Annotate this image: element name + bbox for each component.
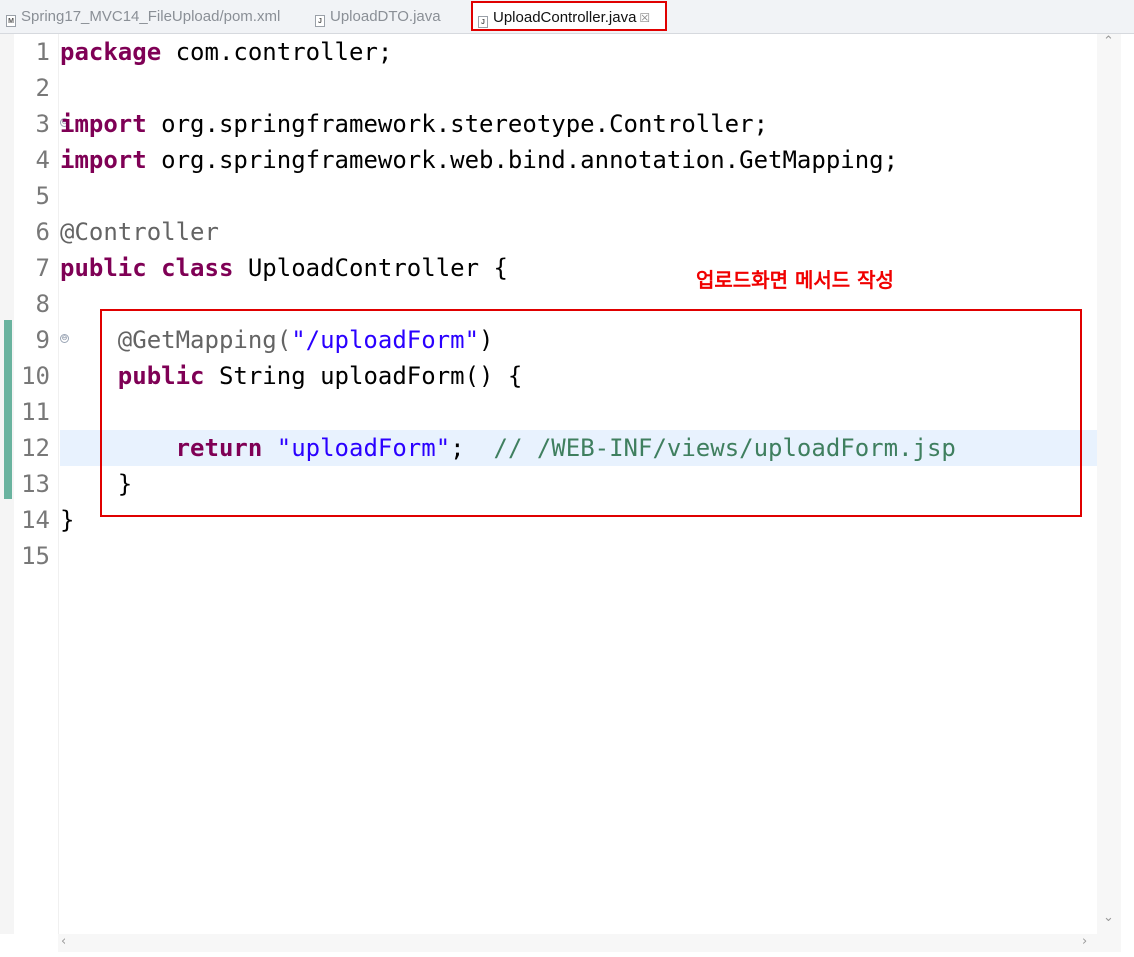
close-tab-icon[interactable]: ☒ [639,11,650,25]
java-file-icon: J [315,15,325,27]
scroll-up-icon[interactable]: ⌃ [1103,34,1114,49]
line-number: 15 [21,542,50,570]
code-text: } [60,506,75,534]
line-number: 3 [35,110,50,138]
line-number: 14 [21,506,50,534]
code-line-2[interactable] [60,70,1097,106]
line-number: 2 [35,74,50,102]
code-text: com.controller; [161,38,393,66]
keyword: import [60,110,147,138]
highlight-box [100,309,1082,517]
line-number: 8 [35,290,50,318]
line-number: 11 [21,398,50,426]
tab-uploadcontroller-java[interactable]: J UploadController.java ☒ [471,1,667,31]
line-number: 4 [35,146,50,174]
code-line-4[interactable]: import org.springframework.web.bind.anno… [60,142,1097,178]
line-number: 6 [35,218,50,246]
scroll-left-icon[interactable]: ‹ [61,934,66,949]
code-line-15[interactable] [60,538,1097,574]
keyword: class [161,254,234,282]
code-text: org.springframework.web.bind.annotation.… [146,146,899,174]
line-number: 10 [21,362,50,390]
tab-pom-xml[interactable]: M Spring17_MVC14_FileUpload/pom.xml [6,3,280,30]
keyword: package [60,38,162,66]
vertical-scrollbar[interactable]: ⌃ ⌄ [1097,34,1121,934]
scrollbar-corner [1097,934,1121,952]
quick-diff-change-marker[interactable] [4,320,12,499]
annotation-text: @Controller [60,218,219,246]
tab-uploaddto-java[interactable]: J UploadDTO.java [315,3,441,30]
line-number: 7 [35,254,50,282]
keyword: import [60,146,147,174]
code-text: org.springframework.stereotype.Controlle… [146,110,769,138]
scroll-right-icon[interactable]: › [1082,934,1087,949]
annotation-caption: 업로드화면 메서드 작성 [696,268,894,292]
keyword: public [60,254,147,282]
line-number: 9 [35,326,50,354]
tab-label: Spring17_MVC14_FileUpload/pom.xml [21,8,281,25]
tab-label: UploadDTO.java [330,8,441,25]
code-line-6[interactable]: @Controller [60,214,1097,250]
line-number: 1 [35,38,50,66]
code-line-3[interactable]: import org.springframework.stereotype.Co… [60,106,1097,142]
code-line-1[interactable]: package com.controller; [60,34,1097,70]
scroll-down-icon[interactable]: ⌄ [1103,910,1114,925]
tab-label: UploadController.java [493,9,637,26]
maven-xml-file-icon: M [6,15,16,27]
line-number: 12 [21,434,50,462]
line-number-ruler: 1 2 3 4 5 6 7 8 9 10 11 12 13 14 15 ⊖ ⊖ [14,34,69,934]
horizontal-scrollbar[interactable]: ‹ › [58,934,1097,952]
java-file-icon: J [478,16,488,28]
code-editor[interactable]: 1 2 3 4 5 6 7 8 9 10 11 12 13 14 15 ⊖ ⊖ … [0,34,1134,957]
code-line-5[interactable] [60,178,1097,214]
line-number: 5 [35,182,50,210]
line-number: 13 [21,470,50,498]
editor-tab-bar: M Spring17_MVC14_FileUpload/pom.xml J Uplo… [0,0,1134,34]
code-line-7[interactable]: public class UploadController { [60,250,1097,286]
code-text: UploadController { [233,254,508,282]
